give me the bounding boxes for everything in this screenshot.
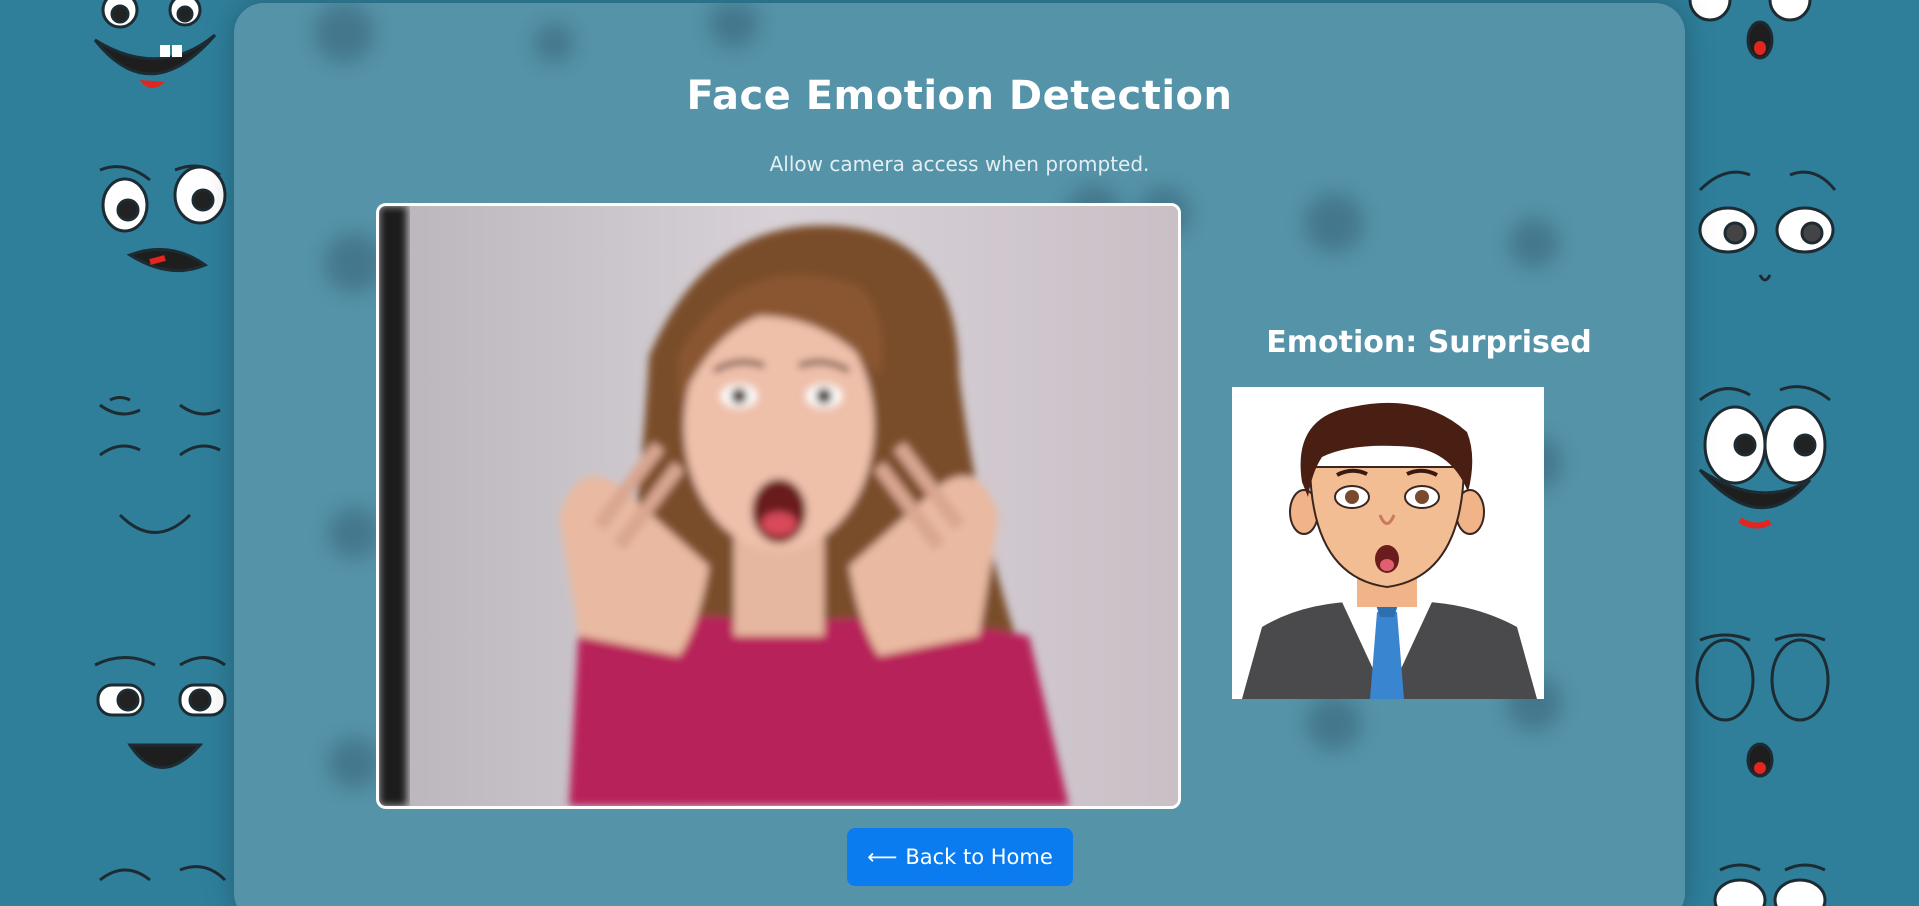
emotion-result-label: Emotion: Surprised [1266,325,1592,360]
partial-right-face-icon [1713,863,1827,906]
main-panel: Face Emotion Detection Allow camera acce… [234,3,1685,906]
grinning-face-icon [1698,385,1831,529]
surprised-cartoon-man-icon [1242,402,1537,699]
smiling-face-icon [94,656,227,769]
annoyed-face-icon [99,164,227,273]
back-arrow-icon: ⟵ [867,845,898,869]
back-to-home-label: Back to Home [905,845,1053,869]
surprised-woman-photo [379,206,1178,806]
back-to-home-button[interactable]: ⟵ Back to Home [847,828,1073,886]
worried-face-icon [1698,170,1837,282]
partial-face-icon [99,865,227,882]
calm-face-icon [1695,633,1830,778]
shocked-face-icon [1688,0,1812,60]
page-title: Face Emotion Detection [686,73,1233,119]
laughing-face-icon [93,0,217,89]
camera-feed [376,203,1181,809]
page-subtitle: Allow camera access when prompted. [769,152,1150,176]
happy-squint-face-icon [99,396,221,534]
emotion-emoji-card [1232,387,1544,699]
